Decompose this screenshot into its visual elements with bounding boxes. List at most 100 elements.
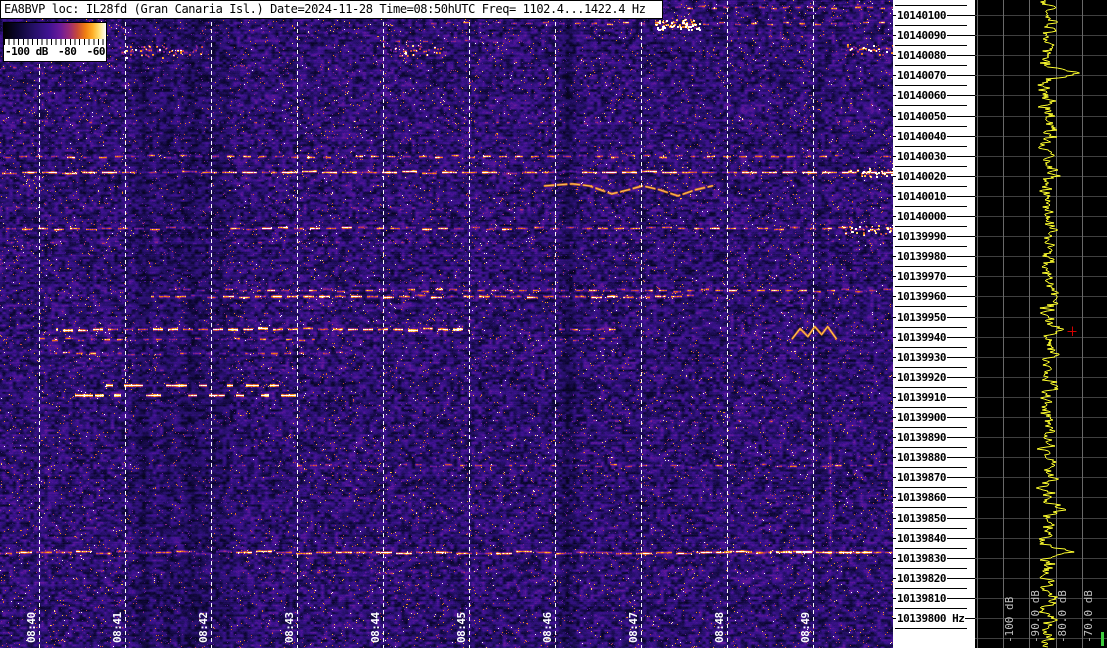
freq-tick-line [946, 537, 975, 539]
freq-tick-line [946, 597, 975, 599]
freq-scale-label: 10139860 [893, 489, 975, 505]
freq-minor-tick [895, 407, 967, 408]
freq-minor-tick [895, 427, 967, 428]
freq-tick-line [946, 235, 975, 237]
freq-tick-line [946, 456, 975, 458]
freq-tick-line [946, 34, 975, 36]
freq-minor-tick [895, 327, 967, 328]
freq-minor-tick [895, 467, 967, 468]
freq-scale-label: 10139800 Hz [893, 610, 975, 626]
freq-tick-line [946, 14, 975, 16]
freq-scale-label: 10140020 [893, 168, 975, 184]
freq-tick-line [946, 557, 975, 559]
freq-tick-line [946, 496, 975, 498]
freq-tick-line [946, 396, 975, 398]
freq-scale-label: 10139840 [893, 530, 975, 546]
freq-scale-label: 10139810 [893, 590, 975, 606]
spectrum-panel-canvas [975, 0, 1107, 648]
freq-minor-tick [895, 628, 967, 629]
title-bar: EA8BVP loc: IL28fd (Gran Canaria Isl.) D… [0, 0, 663, 19]
freq-scale-label: 10140070 [893, 67, 975, 83]
freq-tick-line [946, 577, 975, 579]
freq-scale-label: 10139910 [893, 389, 975, 405]
freq-scale-label: 10139900 [893, 409, 975, 425]
color-gradient-bar [4, 23, 106, 39]
freq-tick-line [946, 295, 975, 297]
freq-minor-tick [895, 528, 967, 529]
freq-minor-tick [895, 186, 967, 187]
color-scale-legend: -100 dB -80 -60 [3, 22, 107, 62]
freq-minor-tick [895, 507, 967, 508]
freq-scale-label: 10139940 [893, 329, 975, 345]
freq-scale-label: 10139920 [893, 369, 975, 385]
freq-tick-line [946, 416, 975, 418]
freq-scale-label: 10140090 [893, 27, 975, 43]
freq-tick-line [946, 115, 975, 117]
freq-tick-line [946, 336, 975, 338]
freq-scale-label: 10140050 [893, 108, 975, 124]
freq-scale-label: 10139950 [893, 309, 975, 325]
freq-tick-line [946, 275, 975, 277]
freq-minor-tick [895, 347, 967, 348]
freq-scale-label: 10140080 [893, 47, 975, 63]
freq-scale-label: 10139990 [893, 228, 975, 244]
freq-tick-line [946, 255, 975, 257]
freq-tick-line [946, 376, 975, 378]
freq-tick-line [965, 617, 975, 619]
freq-scale-label: 10140040 [893, 128, 975, 144]
legend-label-min: -100 dB [5, 45, 48, 58]
freq-scale-label: 10139960 [893, 288, 975, 304]
freq-minor-tick [895, 588, 967, 589]
freq-scale-label: 10140060 [893, 87, 975, 103]
freq-minor-tick [895, 306, 967, 307]
freq-tick-line [946, 155, 975, 157]
freq-tick-line [946, 476, 975, 478]
freq-tick-line [946, 356, 975, 358]
freq-minor-tick [895, 548, 967, 549]
freq-minor-tick [895, 126, 967, 127]
freq-minor-tick [895, 226, 967, 227]
legend-label-mid: -80 [58, 45, 77, 58]
freq-scale-label: 10139930 [893, 349, 975, 365]
freq-scale-label: 10140000 [893, 208, 975, 224]
freq-tick-line [946, 195, 975, 197]
freq-minor-tick [895, 45, 967, 46]
freq-tick-line [946, 215, 975, 217]
freq-minor-tick [895, 266, 967, 267]
freq-tick-line [946, 517, 975, 519]
freq-minor-tick [895, 5, 967, 6]
freq-minor-tick [895, 246, 967, 247]
legend-label-max: -60 [86, 45, 106, 58]
frequency-scale: 10140100 10140090 10140080 10140070 10140060… [893, 0, 975, 648]
freq-scale-label: 10140030 [893, 148, 975, 164]
freq-minor-tick [895, 146, 967, 147]
freq-minor-tick [895, 166, 967, 167]
freq-tick-line [946, 94, 975, 96]
freq-minor-tick [895, 206, 967, 207]
freq-tick-line [946, 175, 975, 177]
legend-labels: -100 dB -80 -60 [4, 45, 106, 59]
freq-tick-line [946, 316, 975, 318]
freq-minor-tick [895, 65, 967, 66]
freq-minor-tick [895, 447, 967, 448]
freq-scale-label: 10139850 [893, 510, 975, 526]
freq-minor-tick [895, 25, 967, 26]
freq-tick-line [946, 74, 975, 76]
freq-scale-label: 10139830 [893, 550, 975, 566]
freq-tick-line [946, 135, 975, 137]
freq-scale-label: 10139880 [893, 449, 975, 465]
freq-scale-label: 10140010 [893, 188, 975, 204]
freq-minor-tick [895, 105, 967, 106]
waterfall-spectrogram-canvas [0, 0, 893, 648]
freq-tick-line [946, 436, 975, 438]
freq-scale-label: 10140100 [893, 7, 975, 23]
grabber-screen: 08:40 08:41 08:42 08:43 08:44 08:45 08:46 08:47… [0, 0, 1107, 648]
freq-scale-label: 10139970 [893, 268, 975, 284]
freq-minor-tick [895, 367, 967, 368]
freq-scale-label: 10139980 [893, 248, 975, 264]
freq-tick-line [946, 54, 975, 56]
freq-scale-label: 10139870 [893, 469, 975, 485]
freq-minor-tick [895, 286, 967, 287]
freq-minor-tick [895, 608, 967, 609]
freq-scale-label: 10139820 [893, 570, 975, 586]
